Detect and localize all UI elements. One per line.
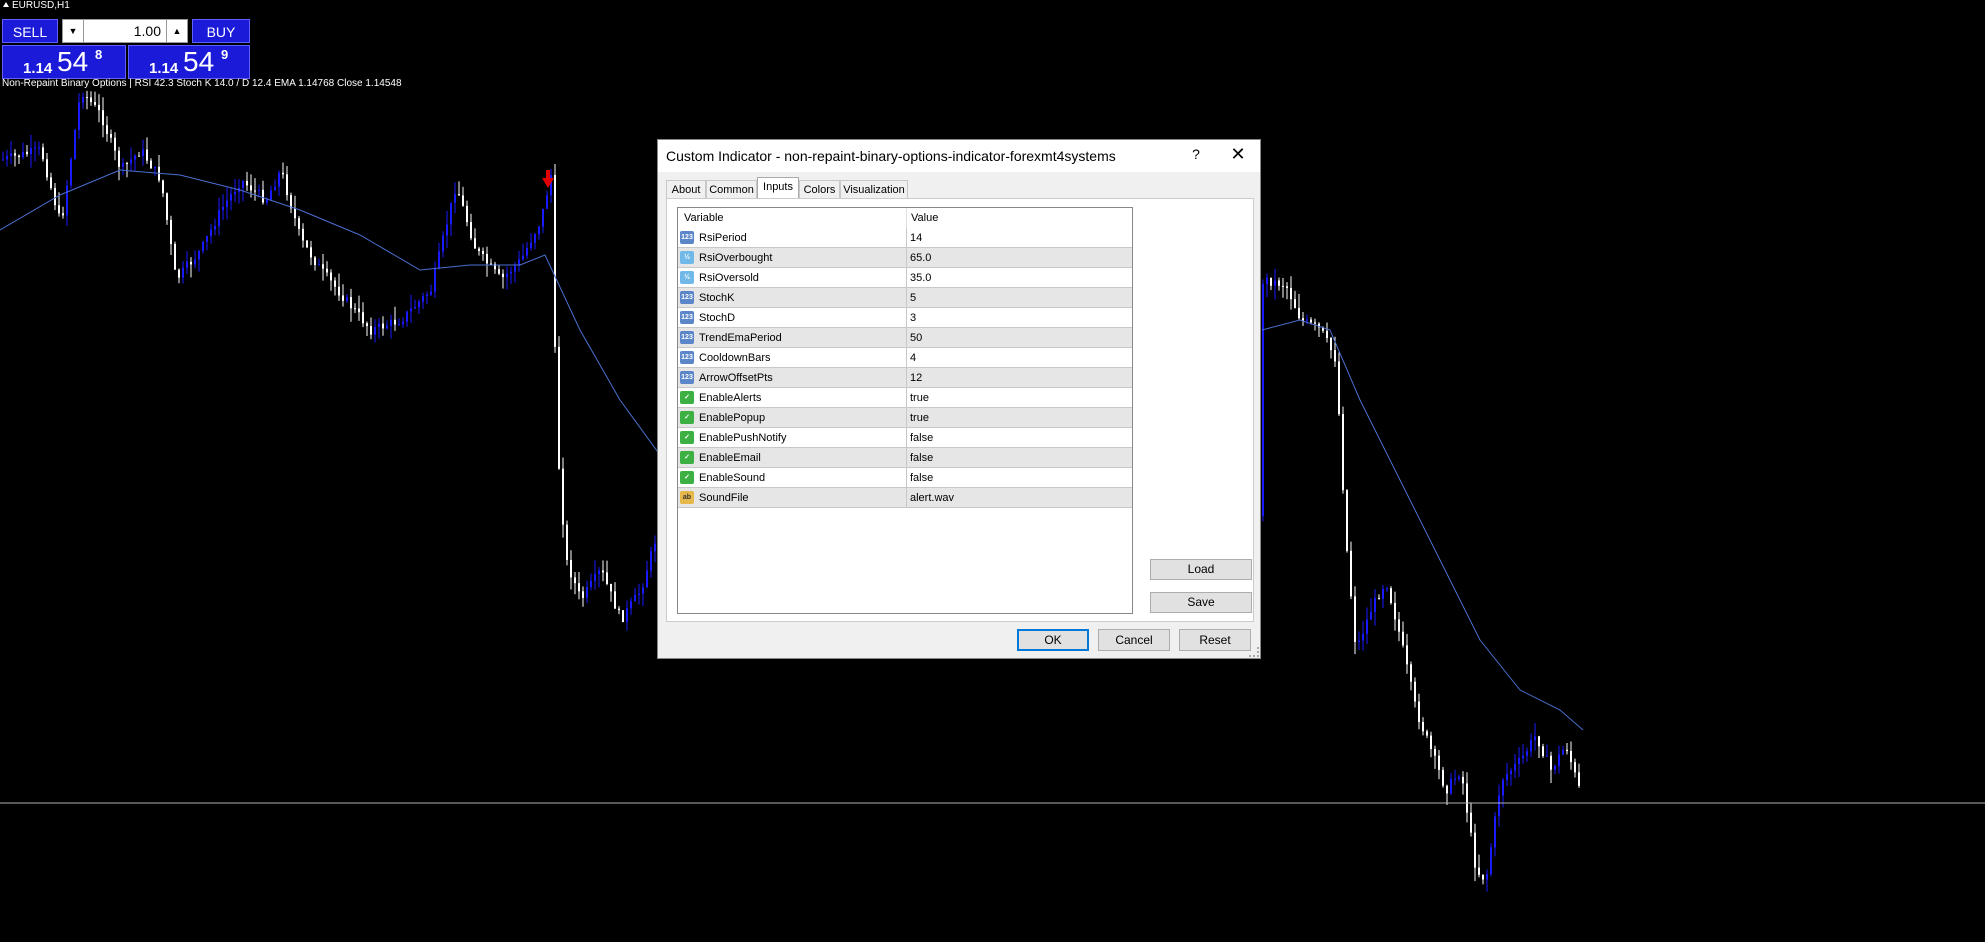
bool-type-icon: ✓ bbox=[680, 451, 694, 464]
table-row[interactable]: ab SoundFile alert.wav bbox=[678, 488, 1132, 508]
custom-indicator-dialog: Custom Indicator - non-repaint-binary-op… bbox=[657, 139, 1261, 659]
reset-button[interactable]: Reset bbox=[1179, 629, 1251, 651]
param-value[interactable]: true bbox=[906, 408, 1132, 427]
dbl-type-icon: ½ bbox=[680, 251, 694, 264]
table-row[interactable]: 123 StochK 5 bbox=[678, 288, 1132, 308]
bool-type-icon: ✓ bbox=[680, 431, 694, 444]
param-value[interactable]: 50 bbox=[906, 328, 1132, 347]
ok-button[interactable]: OK bbox=[1017, 629, 1089, 651]
param-value[interactable]: 14 bbox=[906, 228, 1132, 247]
param-name: EnableEmail bbox=[699, 452, 761, 464]
param-value[interactable]: false bbox=[906, 448, 1132, 467]
table-row[interactable]: ½ RsiOversold 35.0 bbox=[678, 268, 1132, 288]
param-name: StochK bbox=[699, 292, 735, 304]
table-row[interactable]: 123 RsiPeriod 14 bbox=[678, 228, 1132, 248]
dialog-titlebar[interactable]: Custom Indicator - non-repaint-binary-op… bbox=[658, 140, 1260, 172]
bool-type-icon: ✓ bbox=[680, 471, 694, 484]
table-row[interactable]: ✓ EnablePopup true bbox=[678, 408, 1132, 428]
int-type-icon: 123 bbox=[680, 371, 694, 384]
param-value[interactable]: 35.0 bbox=[906, 268, 1132, 287]
sell-signal-arrow-icon bbox=[542, 170, 554, 188]
close-icon[interactable]: ✕ bbox=[1226, 144, 1250, 165]
param-name: EnablePushNotify bbox=[699, 432, 787, 444]
load-button[interactable]: Load bbox=[1150, 559, 1252, 580]
column-header-value[interactable]: Value bbox=[906, 208, 1132, 228]
triangle-up-icon bbox=[3, 2, 9, 7]
param-name: EnableSound bbox=[699, 472, 766, 484]
tab-about[interactable]: About bbox=[666, 180, 706, 198]
inputs-panel: Variable Value 123 RsiPeriod 14 ½ RsiOverbou… bbox=[666, 198, 1254, 622]
table-row[interactable]: ✓ EnableAlerts true bbox=[678, 388, 1132, 408]
chevron-down-icon[interactable]: ▼ bbox=[63, 20, 84, 42]
table-row[interactable]: ✓ EnablePushNotify false bbox=[678, 428, 1132, 448]
help-icon[interactable]: ? bbox=[1186, 146, 1206, 162]
resize-grip-icon[interactable] bbox=[1249, 647, 1259, 657]
int-type-icon: 123 bbox=[680, 331, 694, 344]
sell-price[interactable]: 1.14 54 8 bbox=[2, 45, 126, 79]
table-header: Variable Value bbox=[678, 208, 1132, 229]
save-button[interactable]: Save bbox=[1150, 592, 1252, 613]
dialog-title: Custom Indicator - non-repaint-binary-op… bbox=[666, 148, 1116, 164]
param-value[interactable]: true bbox=[906, 388, 1132, 407]
param-value[interactable]: alert.wav bbox=[906, 488, 1132, 507]
dbl-type-icon: ½ bbox=[680, 271, 694, 284]
table-row[interactable]: ✓ EnableSound false bbox=[678, 468, 1132, 488]
param-name: RsiOversold bbox=[699, 272, 759, 284]
param-value[interactable]: false bbox=[906, 468, 1132, 487]
table-row[interactable]: ✓ EnableEmail false bbox=[678, 448, 1132, 468]
param-value[interactable]: 12 bbox=[906, 368, 1132, 387]
int-type-icon: 123 bbox=[680, 231, 694, 244]
tab-colors[interactable]: Colors bbox=[799, 180, 840, 198]
symbol-label: EURUSD,H1 bbox=[3, 0, 70, 11]
inputs-table[interactable]: Variable Value 123 RsiPeriod 14 ½ RsiOverbou… bbox=[677, 207, 1133, 614]
param-value[interactable]: false bbox=[906, 428, 1132, 447]
cancel-button[interactable]: Cancel bbox=[1098, 629, 1170, 651]
param-name: SoundFile bbox=[699, 492, 749, 504]
table-row[interactable]: 123 StochD 3 bbox=[678, 308, 1132, 328]
param-value[interactable]: 65.0 bbox=[906, 248, 1132, 267]
str-type-icon: ab bbox=[680, 491, 694, 504]
column-header-variable[interactable]: Variable bbox=[684, 208, 724, 228]
buy-button[interactable]: BUY bbox=[192, 19, 250, 43]
param-value[interactable]: 3 bbox=[906, 308, 1132, 327]
param-name: EnablePopup bbox=[699, 412, 766, 424]
table-row[interactable]: 123 CooldownBars 4 bbox=[678, 348, 1132, 368]
bool-type-icon: ✓ bbox=[680, 391, 694, 404]
one-click-trading-panel: SELL ▼ 1.00 ▲ BUY 1.14 54 8 1.14 54 9 bbox=[0, 19, 252, 81]
param-name: EnableAlerts bbox=[699, 392, 762, 404]
param-name: ArrowOffsetPts bbox=[699, 372, 773, 384]
tab-common[interactable]: Common bbox=[706, 180, 757, 198]
buy-price[interactable]: 1.14 54 9 bbox=[128, 45, 250, 79]
table-row[interactable]: ½ RsiOverbought 65.0 bbox=[678, 248, 1132, 268]
int-type-icon: 123 bbox=[680, 291, 694, 304]
bool-type-icon: ✓ bbox=[680, 411, 694, 424]
lot-size-value[interactable]: 1.00 bbox=[134, 20, 161, 42]
int-type-icon: 123 bbox=[680, 311, 694, 324]
tab-visualization[interactable]: Visualization bbox=[840, 180, 908, 198]
sell-button[interactable]: SELL bbox=[2, 19, 58, 43]
table-row[interactable]: 123 ArrowOffsetPts 12 bbox=[678, 368, 1132, 388]
param-value[interactable]: 5 bbox=[906, 288, 1132, 307]
table-row[interactable]: 123 TrendEmaPeriod 50 bbox=[678, 328, 1132, 348]
param-name: StochD bbox=[699, 312, 736, 324]
int-type-icon: 123 bbox=[680, 351, 694, 364]
param-name: RsiPeriod bbox=[699, 232, 747, 244]
tab-inputs[interactable]: Inputs bbox=[757, 177, 799, 199]
lot-size-stepper[interactable]: ▼ 1.00 ▲ bbox=[62, 19, 188, 43]
indicator-info-text: Non-Repaint Binary Options | RSI 42.3 St… bbox=[2, 78, 402, 89]
param-name: TrendEmaPeriod bbox=[699, 332, 782, 344]
param-value[interactable]: 4 bbox=[906, 348, 1132, 367]
chevron-up-icon[interactable]: ▲ bbox=[166, 20, 187, 42]
param-name: CooldownBars bbox=[699, 352, 771, 364]
param-name: RsiOverbought bbox=[699, 252, 773, 264]
